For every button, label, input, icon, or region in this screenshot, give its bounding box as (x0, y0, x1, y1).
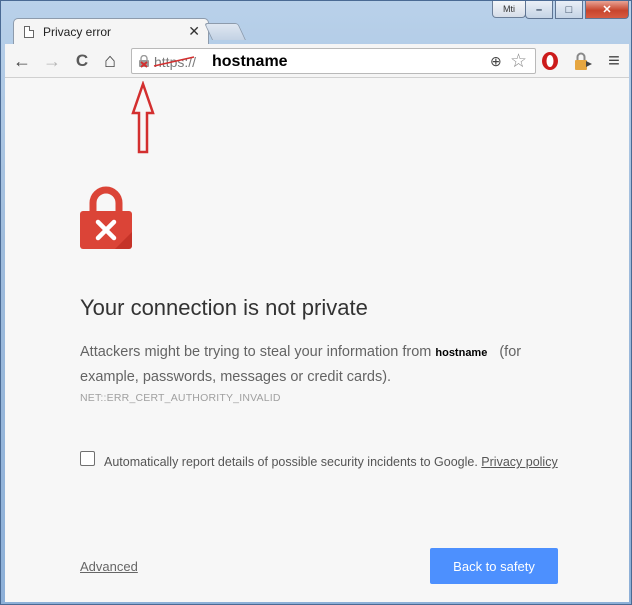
annotation-arrow-icon (131, 81, 155, 154)
user-badge[interactable]: Mti (492, 1, 526, 18)
close-window-button[interactable]: ✕ (585, 1, 629, 19)
zoom-icon[interactable]: ⊕ (490, 53, 502, 70)
back-to-safety-button[interactable]: Back to safety (430, 548, 558, 584)
address-bar[interactable]: https:// hostname ⊕ ☆ (131, 48, 536, 74)
extension-lock-icon[interactable] (571, 51, 593, 71)
advanced-link[interactable]: Advanced (80, 559, 138, 574)
window-controls: – □ ✕ (525, 1, 629, 19)
interstitial-page: Your connection is not private Attackers… (5, 78, 629, 602)
bookmark-star-icon[interactable]: ☆ (510, 50, 527, 73)
report-text: Automatically report details of possible… (80, 450, 560, 474)
page-title: Your connection is not private (80, 295, 368, 320)
browser-toolbar: ← → C ⌂ https:// hostname ⊕ ☆ ≡ (5, 44, 629, 78)
privacy-policy-link[interactable]: Privacy policy (481, 455, 557, 469)
page-icon (24, 26, 34, 38)
warning-description: Attackers might be trying to steal your … (80, 340, 560, 389)
minimize-button[interactable]: – (525, 1, 553, 19)
report-label: Automatically report details of possible… (104, 455, 478, 469)
tab-title: Privacy error (43, 25, 112, 39)
chrome-menu-button[interactable]: ≡ (603, 50, 625, 72)
report-checkbox[interactable] (80, 451, 95, 466)
browser-window: Mti – □ ✕ Privacy error ✕ ← → C ⌂ https:… (0, 0, 632, 605)
opera-extension-icon[interactable] (540, 51, 560, 71)
tab-privacy-error[interactable]: Privacy error ✕ (13, 18, 209, 45)
red-lock-icon (80, 186, 132, 249)
https-strikethrough (153, 56, 195, 67)
forward-button[interactable]: → (41, 50, 63, 72)
reload-button[interactable]: C (71, 50, 93, 72)
back-button[interactable]: ← (11, 50, 33, 72)
desc-text-before: Attackers might be trying to steal your … (80, 344, 432, 360)
maximize-button[interactable]: □ (555, 1, 583, 19)
tab-close-icon[interactable]: ✕ (188, 23, 200, 40)
error-code[interactable]: NET::ERR_CERT_AUTHORITY_INVALID (80, 392, 281, 404)
desc-hostname: hostname (435, 347, 488, 359)
title-bar: Mti – □ ✕ Privacy error ✕ (1, 1, 632, 45)
url-host: hostname (212, 53, 288, 70)
home-button[interactable]: ⌂ (99, 50, 121, 72)
new-tab-button[interactable] (204, 23, 246, 40)
